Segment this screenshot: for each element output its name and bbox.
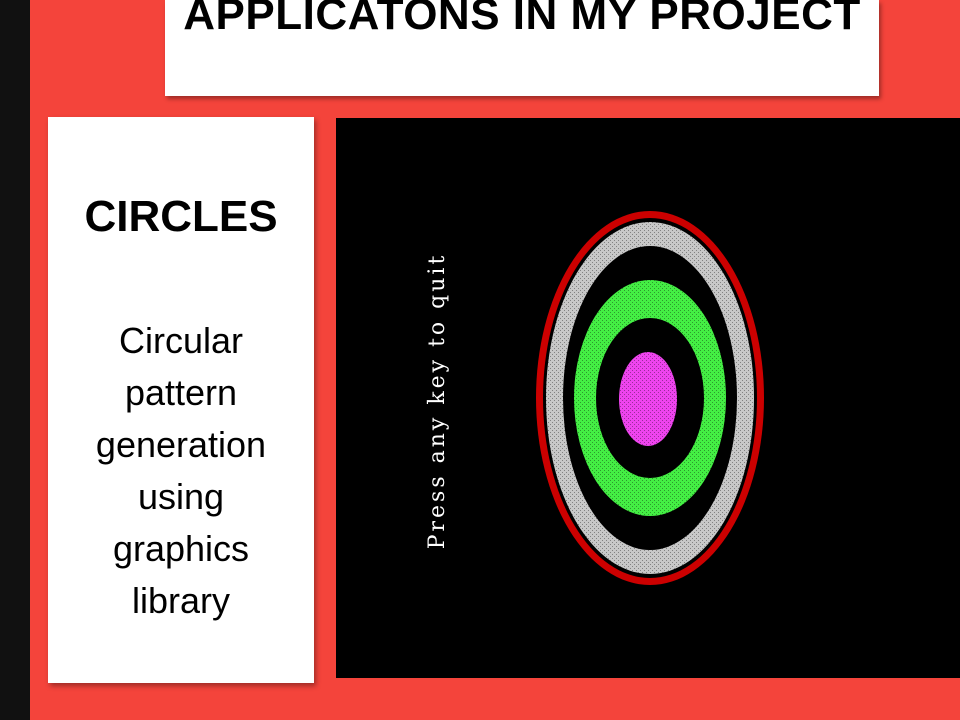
card-line: pattern: [124, 372, 238, 413]
slide: APPLICATONS IN MY PROJECT CIRCLES Circul…: [0, 0, 960, 720]
magenta-center-texture: [619, 352, 677, 446]
slide-title: APPLICATONS IN MY PROJECT: [183, 0, 861, 39]
card-line: Circular: [118, 320, 243, 361]
card-description: Circular pattern generation using graphi…: [56, 315, 306, 627]
card-heading: CIRCLES: [84, 192, 278, 241]
card-line: library: [131, 580, 230, 621]
left-dark-strip: [0, 0, 30, 720]
card-line: generation: [95, 424, 267, 465]
circle-pattern-canvas: Press any key to quit: [425, 211, 764, 585]
card-line: graphics: [112, 528, 250, 569]
title-box: APPLICATONS IN MY PROJECT: [165, 0, 879, 96]
graphics-output-window[interactable]: Press any key to quit: [336, 118, 960, 678]
quit-prompt: Press any key to quit: [425, 253, 450, 550]
card-line: using: [137, 476, 225, 517]
description-card: CIRCLES Circular pattern generation usin…: [48, 117, 314, 683]
